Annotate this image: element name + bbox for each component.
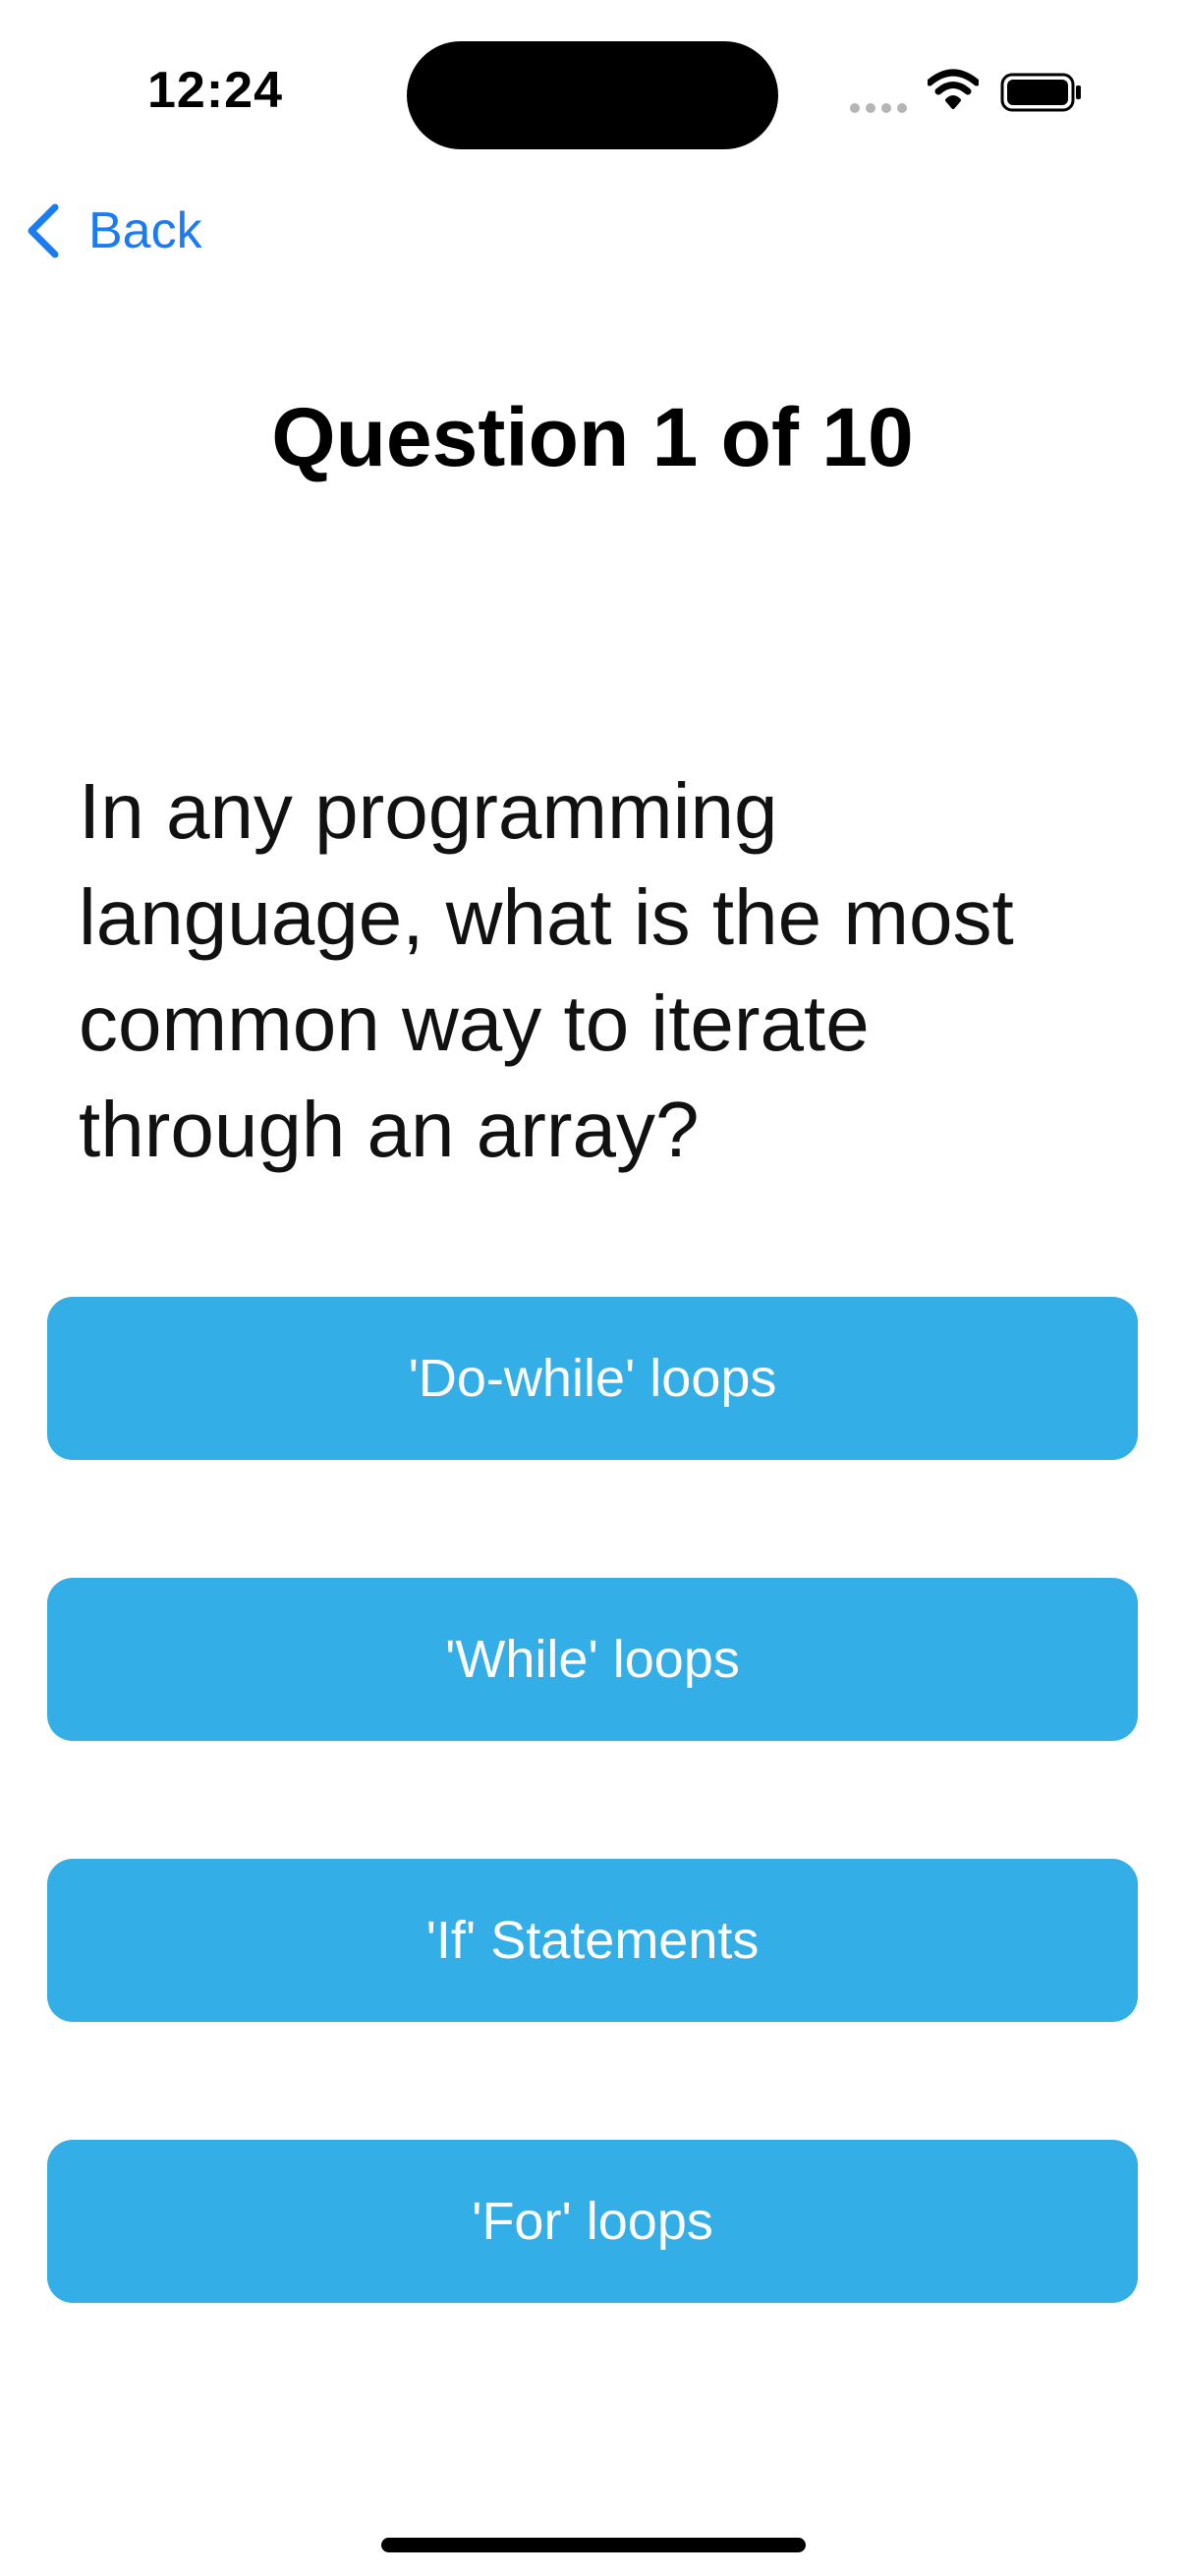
answer-button-do-while[interactable]: 'Do-while' loops	[47, 1297, 1138, 1460]
status-bar: 12:24	[0, 0, 1185, 187]
home-indicator	[381, 2538, 806, 2552]
status-time: 12:24	[147, 62, 283, 119]
back-label: Back	[88, 202, 202, 259]
battery-icon	[1000, 73, 1081, 112]
wifi-icon	[928, 69, 979, 109]
answer-button-for[interactable]: 'For' loops	[47, 2140, 1138, 2303]
question-text: In any programming language, what is the…	[79, 767, 1014, 1173]
back-button[interactable]: Back	[24, 196, 202, 265]
answer-button-while[interactable]: 'While' loops	[47, 1578, 1138, 1741]
dynamic-island	[407, 41, 778, 149]
page-title: Question 1 of 10	[271, 391, 914, 483]
chevron-left-icon	[28, 203, 59, 258]
signal-dots-icon	[850, 103, 907, 113]
answer-list: 'Do-while' loops 'While' loops 'If' Stat…	[47, 1297, 1138, 2421]
answer-button-if[interactable]: 'If' Statements	[47, 1859, 1138, 2022]
